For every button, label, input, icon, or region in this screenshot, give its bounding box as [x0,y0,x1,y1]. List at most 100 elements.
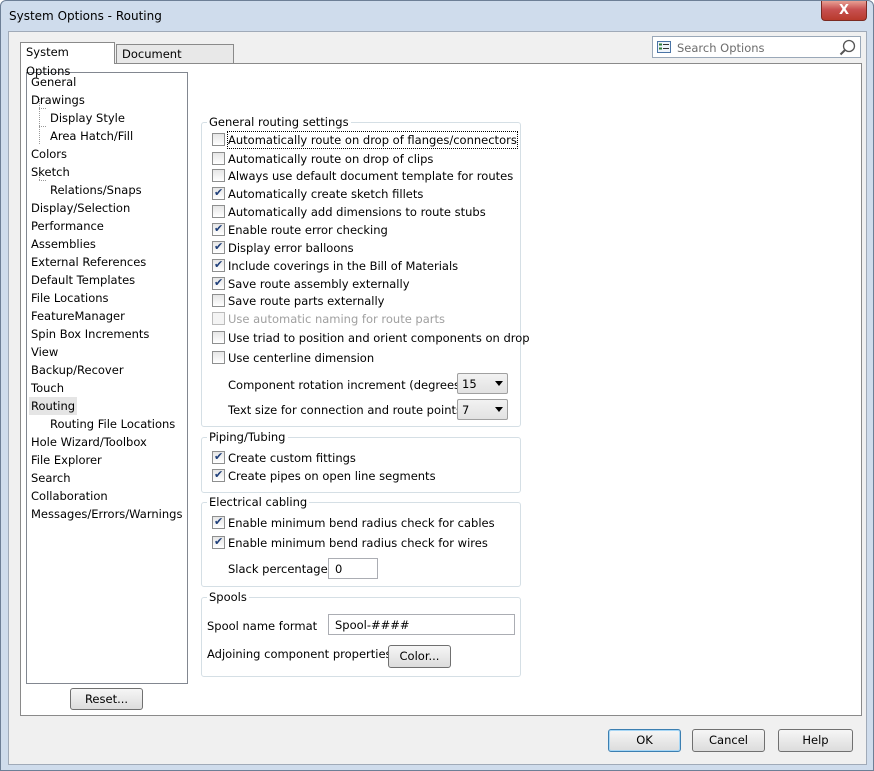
rotation-increment-label: Component rotation increment (degrees): [228,378,469,392]
checkbox-label: Automatically route on drop of flanges/c… [227,131,518,149]
checkbox-box[interactable] [212,133,225,146]
group-title: Spools [207,590,249,604]
tree-item-featuremanager[interactable]: FeatureManager [31,307,125,325]
tree-item-search[interactable]: Search [31,469,71,487]
tree-item-spin-box-increments[interactable]: Spin Box Increments [31,325,149,343]
cancel-button[interactable]: Cancel [692,729,765,752]
dialog-window: System Options - Routing X System Option… [0,0,874,771]
checkbox-box[interactable] [212,205,225,218]
tree-item-hole-wizard-toolbox[interactable]: Hole Wizard/Toolbox [31,433,147,451]
color-button[interactable]: Color... [388,645,451,668]
spools-group: Spools Spool name format Spool-#### Adjo… [201,590,521,677]
group-title: Piping/Tubing [207,430,288,444]
checkbox-box[interactable] [212,515,225,529]
tree-item-touch[interactable]: Touch [31,379,64,397]
checkbox-label: Create pipes on open line segments [228,469,436,483]
checkbox-label: Use automatic naming for route parts [228,312,446,326]
checkbox-label: Display error balloons [228,241,354,255]
checkbox-box[interactable] [212,331,225,344]
tree-item-default-templates[interactable]: Default Templates [31,271,135,289]
group-title: Electrical cabling [207,495,310,509]
electrical-cabling-group: Electrical cabling Enable minimum bend r… [201,495,521,587]
help-button[interactable]: Help [778,729,853,752]
tree-item-messages-errors-warnings[interactable]: Messages/Errors/Warnings [31,505,182,523]
tree-item-file-explorer[interactable]: File Explorer [31,451,102,469]
tree-item-assemblies[interactable]: Assemblies [31,235,96,253]
list-icon [657,41,671,53]
checkbox-label: Enable minimum bend radius check for wir… [228,536,488,550]
tab-document-properties[interactable]: Document Properties [116,44,234,80]
checkbox-box[interactable] [212,152,225,165]
tree-item-colors[interactable]: Colors [31,145,67,163]
checkbox-label: Include coverings in the Bill of Materia… [228,259,459,273]
window-title: System Options - Routing [9,9,162,23]
dropdown-value: 7 [462,403,470,417]
tree-item-routing-file-locations[interactable]: Routing File Locations [50,415,175,433]
checkbox-box[interactable] [212,186,225,200]
checkbox-box[interactable] [212,535,225,549]
piping-tubing-group: Piping/Tubing Create custom fittings Cre… [201,430,521,493]
checkbox-label: Automatically create sketch fillets [228,187,424,201]
checkbox-box[interactable] [212,222,225,236]
checkbox-label: Save route parts externally [228,294,385,308]
checkbox-box[interactable] [212,258,225,272]
input-value: 0 [335,562,343,576]
slack-percentage-label: Slack percentage: [228,562,332,576]
dropdown-value: 15 [462,377,477,391]
tree-item-display-selection[interactable]: Display/Selection [31,199,130,217]
title-bar[interactable]: System Options - Routing X [1,1,873,31]
adjoining-properties-label: Adjoining component properties [207,647,392,661]
tree-item-file-locations[interactable]: File Locations [31,289,109,307]
ok-button[interactable]: OK [608,729,681,752]
checkbox-box[interactable] [212,450,225,464]
checkbox-label: Save route assembly externally [228,277,410,291]
checkbox-box[interactable] [212,240,225,254]
chevron-down-icon [495,407,503,412]
checkbox-box[interactable] [212,169,225,182]
reset-button[interactable]: Reset... [70,688,143,710]
tree-item-sketch[interactable]: Sketch [31,163,70,181]
checkbox-label: Always use default document template for… [228,169,514,183]
checkbox-label: Automatically route on drop of clips [228,152,434,166]
spool-name-format-input[interactable]: Spool-#### [328,614,515,635]
tree-item-relations-snaps[interactable]: Relations/Snaps [50,181,142,199]
checkbox-label: Create custom fittings [228,451,356,465]
options-tree[interactable]: General Drawings Display Style Area Hatc… [26,72,188,684]
tree-item-display-style[interactable]: Display Style [50,109,125,127]
chevron-down-icon [495,381,503,386]
group-title: General routing settings [207,115,351,129]
rotation-increment-dropdown[interactable]: 15 [457,373,508,394]
checkbox-label: Enable minimum bend radius check for cab… [228,516,495,530]
tree-item-backup-recover[interactable]: Backup/Recover [31,361,124,379]
magnifier-icon[interactable] [839,39,856,56]
close-button[interactable]: X [821,1,867,21]
checkbox-label: Automatically add dimensions to route st… [228,205,486,219]
checkbox-box[interactable] [212,294,225,307]
tree-connector [39,126,46,127]
tree-item-drawings[interactable]: Drawings [31,91,85,109]
checkbox-box[interactable] [212,468,225,482]
text-size-dropdown[interactable]: 7 [457,399,508,420]
checkbox-label: Enable route error checking [228,223,388,237]
general-routing-group: General routing settings Automatically r… [201,115,530,427]
tab-system-options[interactable]: System Options [20,42,115,78]
tree-item-view[interactable]: View [31,343,58,361]
checkbox-box[interactable] [212,276,225,290]
tree-item-area-hatch-fill[interactable]: Area Hatch/Fill [50,127,133,145]
options-panel: General Drawings Display Style Area Hatc… [20,63,862,716]
dialog-client: System Options Document Properties Searc… [8,31,867,765]
checkbox-box [212,312,225,325]
slack-percentage-input[interactable]: 0 [328,558,378,579]
checkbox-box[interactable] [212,351,225,364]
search-options-input[interactable]: Search Options [652,36,861,58]
spool-name-format-label: Spool name format [207,619,318,633]
checkbox-label: Use centerline dimension [228,351,375,365]
tree-item-routing[interactable]: Routing [29,397,78,415]
tree-item-performance[interactable]: Performance [31,217,104,235]
tree-item-collaboration[interactable]: Collaboration [31,487,108,505]
input-value: Spool-#### [335,618,410,632]
search-placeholder: Search Options [677,41,765,55]
text-size-label: Text size for connection and route point… [228,403,466,417]
tree-item-external-references[interactable]: External References [31,253,146,271]
checkbox-label: Use triad to position and orient compone… [228,331,530,345]
